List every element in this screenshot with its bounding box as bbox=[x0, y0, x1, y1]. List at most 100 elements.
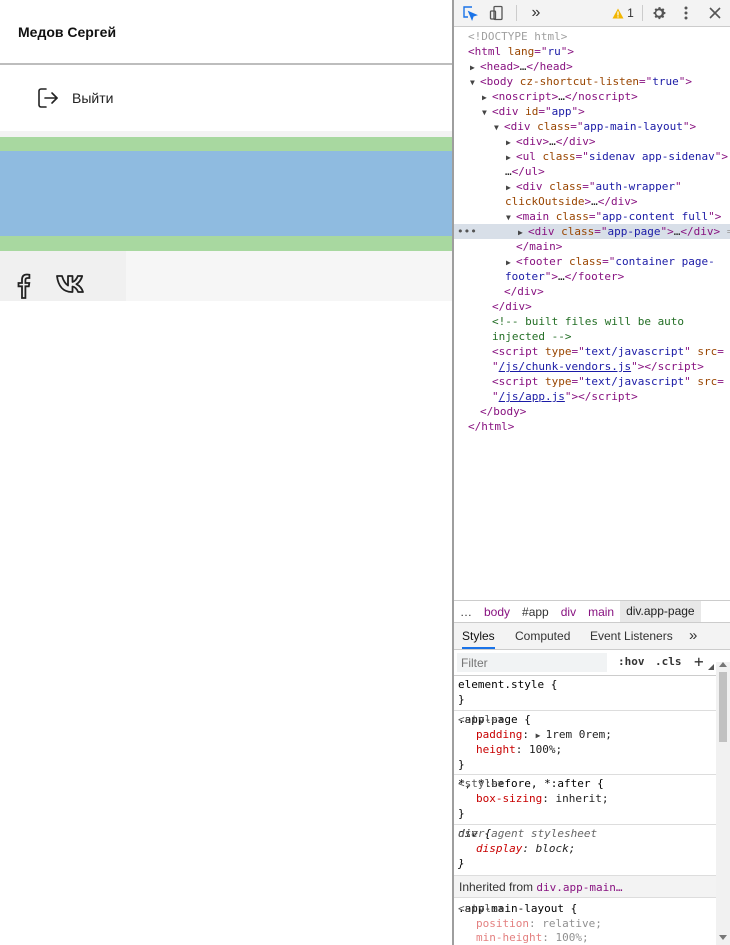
tab-computed[interactable]: Computed bbox=[515, 623, 570, 649]
settings-button[interactable] bbox=[650, 4, 668, 22]
tree-node-layout-close: </div> bbox=[504, 285, 544, 298]
elements-tree: <!DOCTYPE html> <html lang="ru"> ▶ <head>… bbox=[454, 27, 730, 599]
rule-declaration-inactive[interactable]: position: relative; bbox=[476, 917, 602, 931]
rule-source-link[interactable]: <style> bbox=[458, 713, 714, 727]
tree-node-script-app-src: "/js/app.js"></script> bbox=[492, 390, 638, 403]
gear-icon bbox=[653, 7, 666, 20]
rule-declaration[interactable]: height: 100%; bbox=[476, 743, 562, 757]
node-actions-icon[interactable]: ••• bbox=[457, 224, 477, 239]
tab-styles[interactable]: Styles bbox=[462, 623, 495, 649]
styles-scrollbar[interactable] bbox=[716, 662, 730, 945]
vk-icon[interactable] bbox=[55, 272, 91, 296]
logout-button[interactable]: Выйти bbox=[36, 86, 113, 110]
rule-close: } bbox=[458, 807, 465, 820]
toolbar-separator bbox=[516, 5, 517, 21]
rule-selector: element.style { bbox=[458, 678, 558, 691]
hover-state-toggle[interactable]: :hov bbox=[618, 655, 645, 668]
tree-node-html-close: </html> bbox=[468, 420, 515, 433]
styles-filter-input[interactable] bbox=[457, 653, 607, 672]
styles-pane: element.style { } .app-page { <style> pa… bbox=[454, 676, 716, 945]
breadcrumb-item[interactable]: #app bbox=[516, 605, 555, 619]
inspect-icon bbox=[463, 6, 478, 21]
rule-declaration[interactable]: box-sizing: inherit; bbox=[476, 792, 608, 806]
warning-count: 1 bbox=[627, 6, 634, 20]
rule-div-user-agent[interactable]: div { user agent stylesheet display: blo… bbox=[454, 825, 716, 876]
web-page: Медов Сергей Выйти bbox=[0, 0, 452, 945]
inherited-from-header: Inherited from div.app-main… bbox=[454, 876, 716, 898]
breadcrumb-item[interactable]: body bbox=[478, 605, 516, 619]
close-devtools-button[interactable] bbox=[706, 4, 724, 22]
scroll-down-icon[interactable] bbox=[719, 935, 727, 940]
tree-node-noscript[interactable]: ▶ <noscript>…</noscript> bbox=[454, 89, 730, 104]
rule-app-main-layout[interactable]: .app-main-layout { <style> position: rel… bbox=[454, 899, 716, 945]
device-toolbar-button[interactable] bbox=[486, 4, 508, 22]
tree-node-comment[interactable]: <!-- built files will be auto bbox=[454, 314, 730, 329]
tree-node-html[interactable]: <html lang="ru"> bbox=[454, 44, 730, 59]
tree-node-doctype[interactable]: <!DOCTYPE html> bbox=[454, 29, 730, 44]
tab-more[interactable]: » bbox=[689, 623, 697, 649]
rule-menu-icon[interactable] bbox=[708, 664, 714, 670]
class-toggle[interactable]: .cls bbox=[655, 655, 682, 668]
rule-element-style[interactable]: element.style { } bbox=[454, 676, 716, 711]
close-icon bbox=[709, 7, 721, 19]
chunk-vendors-link[interactable]: /js/chunk-vendors.js bbox=[499, 360, 631, 373]
facebook-icon[interactable] bbox=[14, 272, 34, 300]
tree-node-main-layout[interactable]: ▼ <div class="app-main-layout"> bbox=[454, 119, 730, 134]
tree-node-auth-wrapper[interactable]: ▶ <div class="auth-wrapper" bbox=[454, 179, 730, 194]
tree-node-footer[interactable]: ▶ <footer class="container page- bbox=[454, 254, 730, 269]
tree-node-head[interactable]: ▶ <head>…</head> bbox=[454, 59, 730, 74]
padding-highlight-bottom bbox=[0, 236, 452, 251]
tree-node-sidenav[interactable]: ▶ <ul class="sidenav app-sidenav"> bbox=[454, 149, 730, 164]
logout-icon bbox=[38, 88, 58, 108]
tree-node-auth-wrapper-attr: clickOutside>…</div> bbox=[505, 195, 638, 208]
devtools-toolbar: » 1 bbox=[454, 0, 730, 27]
tree-node-comment-cont: injected --> bbox=[492, 330, 572, 343]
tree-node-script-app[interactable]: <script type="text/javascript" src= bbox=[454, 374, 730, 389]
kebab-menu-icon bbox=[684, 6, 688, 20]
breadcrumb-item[interactable]: … bbox=[454, 605, 478, 619]
rule-declaration-inactive[interactable]: min-height: 100%; bbox=[476, 931, 589, 945]
inherited-label: Inherited from bbox=[459, 880, 534, 894]
tree-node-script-vendors[interactable]: <script type="text/javascript" src= bbox=[454, 344, 730, 359]
rule-declaration: display: block; bbox=[476, 842, 576, 855]
device-icon bbox=[489, 5, 503, 21]
warning-icon bbox=[612, 8, 624, 18]
tree-node-script-vendors-src: "/js/chunk-vendors.js"></script> bbox=[492, 360, 704, 373]
content-highlight bbox=[0, 151, 452, 236]
rule-close: } bbox=[458, 857, 465, 870]
tree-node-sidenav-close: …</ul> bbox=[505, 165, 545, 178]
rule-source-link[interactable]: <style> bbox=[458, 777, 714, 791]
styles-filter-bar: :hov .cls + bbox=[454, 650, 730, 676]
rule-source-link[interactable]: <style> bbox=[458, 902, 714, 916]
tree-node-main[interactable]: ▼ <main class="app-content full"> bbox=[454, 209, 730, 224]
warnings-button[interactable]: 1 bbox=[610, 4, 636, 22]
scrollbar-thumb[interactable] bbox=[719, 672, 727, 742]
new-style-rule-button[interactable]: + bbox=[694, 652, 704, 671]
header-divider bbox=[0, 63, 452, 65]
inherited-node-link[interactable]: div.app-main… bbox=[536, 881, 622, 894]
user-name: Медов Сергей bbox=[18, 24, 117, 40]
tree-node-div[interactable]: ▶ <div>…</div> bbox=[454, 134, 730, 149]
breadcrumb-item[interactable]: div bbox=[555, 605, 582, 619]
rule-close: } bbox=[458, 758, 465, 771]
breadcrumb-item-selected[interactable]: div.app-page bbox=[620, 601, 701, 622]
page-footer bbox=[0, 251, 452, 301]
rule-app-page[interactable]: .app-page { <style> padding: ▶ 1rem 0rem;… bbox=[454, 711, 716, 775]
tree-node-div-app[interactable]: ▼ <div id="app"> bbox=[454, 104, 730, 119]
tree-node-app-page-selected[interactable]: •••▶<div class="app-page">…</div> = bbox=[454, 224, 730, 239]
app-js-link[interactable]: /js/app.js bbox=[499, 390, 565, 403]
padding-highlight-top bbox=[0, 137, 452, 151]
tree-node-footer-cont: footer">…</footer> bbox=[505, 270, 625, 283]
more-panels-button[interactable]: » bbox=[526, 4, 546, 22]
rule-declaration[interactable]: padding: ▶ 1rem 0rem; bbox=[476, 728, 612, 742]
rule-close: } bbox=[458, 693, 465, 706]
scroll-up-icon[interactable] bbox=[719, 662, 727, 667]
more-options-button[interactable] bbox=[678, 4, 694, 22]
tree-node-body[interactable]: ▼ <body cz-shortcut-listen="true"> bbox=[454, 74, 730, 89]
breadcrumb-item[interactable]: main bbox=[582, 605, 620, 619]
tree-node-app-close: </div> bbox=[492, 300, 532, 313]
inspect-element-button[interactable] bbox=[460, 4, 480, 22]
rule-universal[interactable]: *, *:before, *:after { <style> box-sizin… bbox=[454, 775, 716, 825]
toolbar-separator bbox=[642, 5, 643, 21]
tab-event-listeners[interactable]: Event Listeners bbox=[590, 623, 673, 649]
